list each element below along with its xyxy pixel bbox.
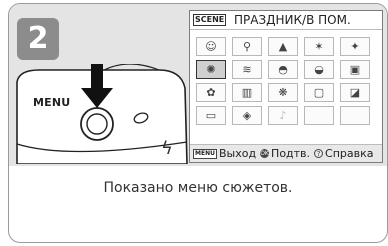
backlight-icon[interactable]: ◪ — [340, 83, 370, 102]
empty-slot — [340, 106, 370, 125]
lcd-scene-title: ПРАЗДНИК/В ПОМ. — [234, 13, 351, 27]
landscape-icon[interactable]: ▲ — [268, 37, 298, 56]
landscape-person-icon[interactable]: ⚲ — [232, 37, 262, 56]
night-landscape-icon[interactable]: ▣ — [340, 60, 370, 79]
lcd-footer: MENU Выход OK Подтв. ? Справка — [190, 144, 382, 162]
night-portrait-icon[interactable]: ✦ — [340, 37, 370, 56]
copy-icon[interactable]: ▢ — [304, 83, 334, 102]
museum-icon[interactable]: ▥ — [232, 83, 262, 102]
confirm-label: Подтв. — [271, 147, 311, 160]
scene-icon-grid: ☺ ⚲ ▲ ✶ ✦ ✺ ≋ ◓ ◒ ▣ ✿ ▥ ❋ ▢ ◪ ▭ ◈ ♪ — [196, 37, 370, 125]
portrait-icon[interactable]: ☺ — [196, 37, 226, 56]
sunset-icon[interactable]: ◓ — [268, 60, 298, 79]
beach-snow-icon[interactable]: ≋ — [232, 60, 262, 79]
ok-key-icon: OK — [260, 149, 270, 158]
step-number-badge: 2 — [17, 18, 59, 60]
help-key-icon: ? — [314, 149, 324, 158]
sports-spectator-icon[interactable]: ◈ — [232, 106, 262, 125]
dusk-dawn-icon[interactable]: ◒ — [304, 60, 334, 79]
lcd-header: SCENE ПРАЗДНИК/В ПОМ. — [190, 11, 382, 30]
panorama-icon[interactable]: ▭ — [196, 106, 226, 125]
caption-text: Показано меню сюжетов. — [103, 180, 293, 196]
close-up-icon[interactable]: ✿ — [196, 83, 226, 102]
fireworks-icon[interactable]: ❋ — [268, 83, 298, 102]
scene-mode-tag: SCENE — [193, 14, 227, 26]
sports-icon[interactable]: ✶ — [304, 37, 334, 56]
exit-label: Выход — [218, 147, 257, 160]
illustration-panel: 2 MENU ϟ SCENE ПРАЗДНИК/В ПОМ. ☺ ⚲ ▲ ✶ ✦ ✺ ≋ ◓ ◒… — [9, 4, 387, 166]
party-indoor-icon[interactable]: ✺ — [196, 60, 226, 79]
camera-lcd-screen: SCENE ПРАЗДНИК/В ПОМ. ☺ ⚲ ▲ ✶ ✦ ✺ ≋ ◓ ◒ ▣ ✿ ▥ ❋ ▢ ◪ ▭ ◈ ♪… — [189, 10, 383, 163]
help-label: Справка — [325, 147, 374, 160]
flash-lightning-icon: ϟ — [161, 138, 173, 159]
menu-key-icon: MENU — [193, 148, 217, 159]
menu-button-label: MENU — [33, 96, 71, 109]
empty-slot — [304, 106, 334, 125]
voice-recording-icon[interactable]: ♪ — [268, 106, 298, 125]
instruction-card: 2 MENU ϟ SCENE ПРАЗДНИК/В ПОМ. ☺ ⚲ ▲ ✶ ✦ ✺ ≋ ◓ ◒… — [8, 3, 388, 243]
